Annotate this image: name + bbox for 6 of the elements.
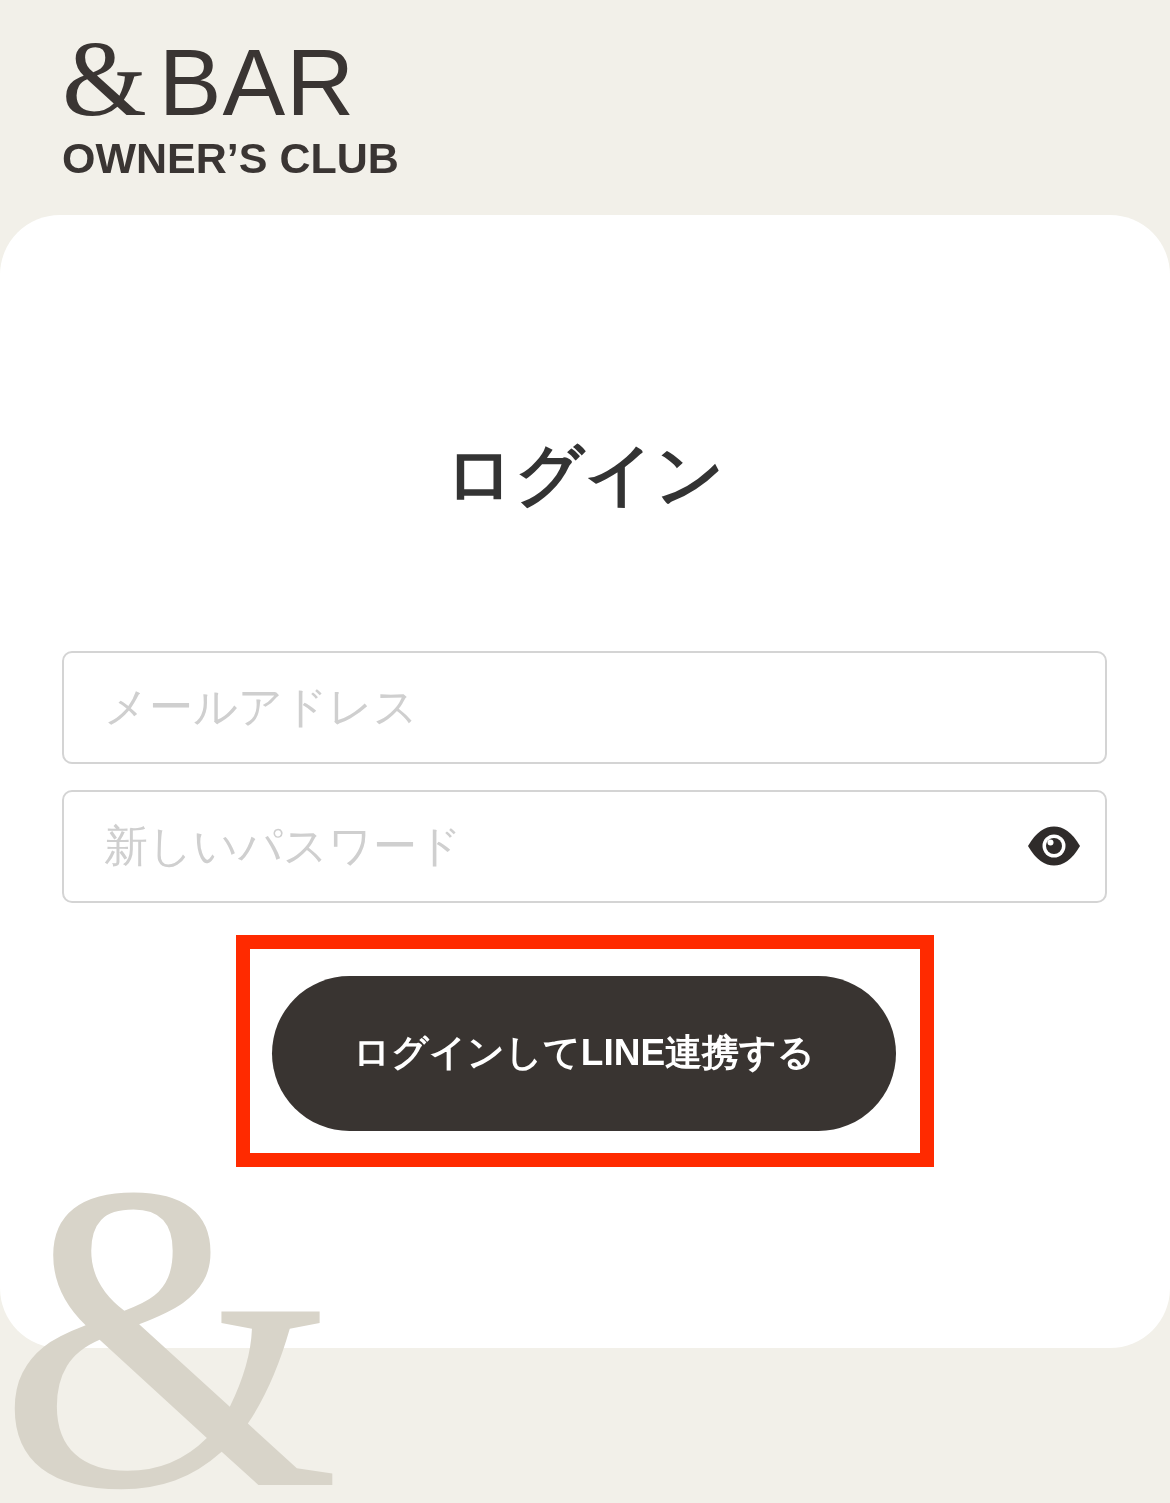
logo-tagline: OWNER’S CLUB: [62, 136, 399, 180]
login-button[interactable]: ログインしてLINE連携する: [272, 975, 896, 1131]
page-title: ログイン: [444, 435, 726, 514]
logo-wordmark: &BAR: [62, 32, 356, 126]
ampersand-decoration: &: [0, 1190, 342, 1503]
eye-icon[interactable]: [1027, 825, 1081, 866]
